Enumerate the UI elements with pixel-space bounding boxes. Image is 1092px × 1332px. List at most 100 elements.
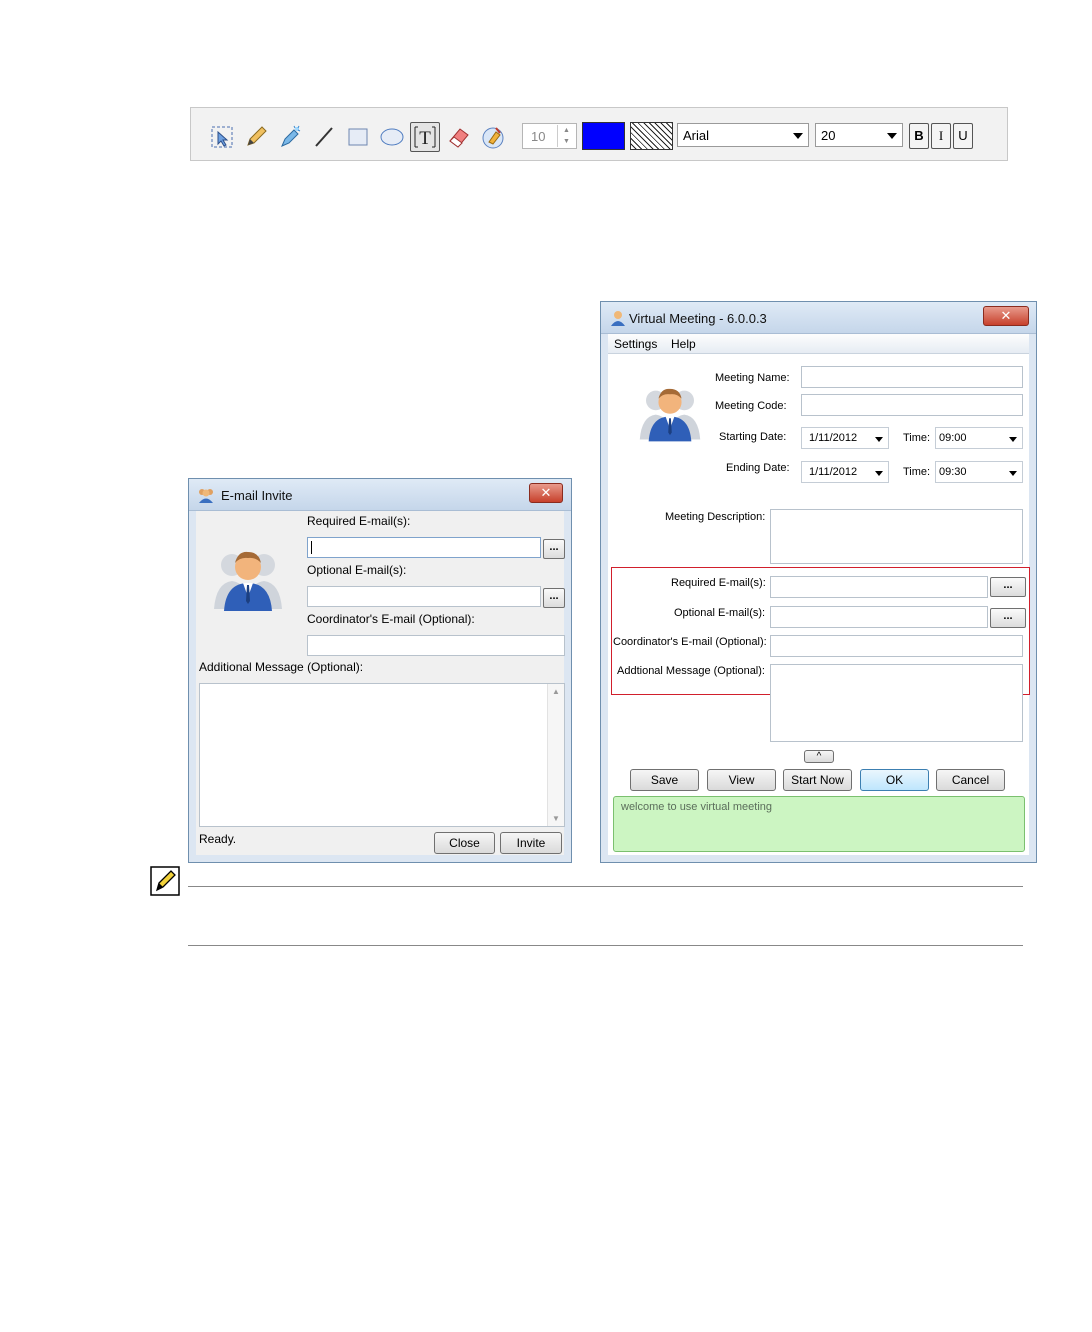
message-scrollbar[interactable]: ▲ ▼	[547, 684, 564, 826]
invite-button[interactable]: Invite	[500, 832, 562, 854]
meeting-code-label: Meeting Code:	[715, 400, 787, 412]
chevron-down-icon	[887, 133, 897, 139]
coordinator-email-input[interactable]	[770, 635, 1023, 657]
svg-text:T: T	[419, 128, 431, 149]
end-date-picker[interactable]: 1/11/2012	[801, 461, 889, 483]
ok-button[interactable]: OK	[860, 769, 929, 791]
note-top-rule	[188, 886, 1023, 887]
start-now-button[interactable]: Start Now	[783, 769, 852, 791]
menu-settings[interactable]: Settings	[614, 337, 657, 351]
meeting-description-label: Meeting Description:	[665, 511, 766, 523]
ending-date-label: Ending Date:	[726, 462, 790, 474]
virtual-meeting-titlebar: Virtual Meeting - 6.0.0.3 ✕	[601, 302, 1036, 334]
underline-button[interactable]: U	[953, 123, 973, 149]
font-name-select[interactable]: Arial	[677, 123, 809, 147]
eraser-icon[interactable]	[444, 122, 474, 152]
users-avatar-icon	[214, 551, 282, 611]
rectangle-icon[interactable]	[343, 122, 373, 152]
virtual-meeting-window: Virtual Meeting - 6.0.0.3 ✕ Settings Hel…	[600, 301, 1037, 863]
virtual-meeting-close-icon[interactable]: ✕	[983, 306, 1029, 326]
save-button[interactable]: Save	[630, 769, 699, 791]
font-name-value: Arial	[683, 128, 710, 143]
optional-email-browse-button[interactable]: ...	[990, 608, 1026, 628]
chevron-down-icon	[793, 133, 803, 139]
user-group-icon	[199, 489, 213, 503]
menu-bar: Settings Help	[608, 334, 1029, 354]
font-size-value: 20	[821, 128, 836, 143]
end-time-label: Time:	[903, 466, 931, 478]
additional-message-label: Additional Message (Optional):	[199, 660, 364, 674]
required-email-label: Required E-mail(s):	[307, 514, 411, 528]
email-invite-title: E-mail Invite	[221, 488, 293, 503]
meeting-description-input[interactable]	[770, 509, 1023, 564]
required-email-input[interactable]	[307, 537, 541, 558]
italic-button[interactable]: I	[931, 123, 951, 149]
email-invite-window: E-mail Invite ✕ Required E-mail(s): ... …	[188, 478, 572, 863]
font-size-select[interactable]: 20	[815, 123, 903, 147]
required-email-input[interactable]	[770, 576, 988, 598]
start-time-value: 09:00	[939, 432, 967, 444]
virtual-meeting-body: Settings Help Meeting Name: Meeting Code…	[608, 334, 1030, 855]
annotation-toolbar: T 10 ▲ ▼ Arial 20 B I U	[190, 107, 1008, 161]
coordinator-email-input[interactable]	[307, 635, 565, 656]
end-date-value: 1/11/2012	[809, 466, 858, 478]
close-button[interactable]: Close	[434, 832, 495, 854]
scroll-down-icon[interactable]: ▼	[552, 814, 560, 823]
chevron-down-icon	[1009, 471, 1017, 476]
additional-message-textarea[interactable]: ▲ ▼	[199, 683, 565, 827]
email-invite-titlebar: E-mail Invite ✕	[189, 479, 571, 511]
virtual-meeting-title: Virtual Meeting - 6.0.0.3	[629, 311, 767, 326]
status-message: welcome to use virtual meeting	[621, 801, 773, 813]
email-invite-close-icon[interactable]: ✕	[529, 483, 563, 503]
required-email-browse-button[interactable]: ...	[990, 577, 1026, 597]
start-time-picker[interactable]: 09:00	[935, 427, 1023, 449]
bold-button[interactable]: B	[909, 123, 929, 149]
required-email-label: Required E-mail(s):	[671, 577, 766, 589]
optional-email-label: Optional E-mail(s):	[674, 607, 766, 619]
select-icon[interactable]	[207, 122, 237, 152]
line-width-stepper[interactable]: 10 ▲ ▼	[522, 123, 577, 149]
clear-brush-icon[interactable]	[478, 122, 508, 152]
coordinator-email-label: Coordinator's E-mail (Optional):	[613, 636, 767, 648]
color-swatch-button[interactable]	[582, 122, 625, 150]
chevron-down-icon	[875, 437, 883, 442]
coordinator-email-label: Coordinator's E-mail (Optional):	[307, 612, 475, 626]
line-icon[interactable]	[309, 122, 339, 152]
optional-email-browse-button[interactable]: ...	[543, 588, 565, 608]
optional-email-label: Optional E-mail(s):	[307, 563, 407, 577]
note-pencil-icon	[150, 866, 180, 896]
end-time-picker[interactable]: 09:30	[935, 461, 1023, 483]
view-button[interactable]: View	[707, 769, 776, 791]
text-tool-icon[interactable]: T	[410, 122, 440, 152]
optional-email-input[interactable]	[307, 586, 541, 607]
status-message-area: welcome to use virtual meeting	[613, 796, 1025, 852]
meeting-name-label: Meeting Name:	[715, 372, 790, 384]
chevron-down-icon	[1009, 437, 1017, 442]
optional-email-input[interactable]	[770, 606, 988, 628]
menu-help[interactable]: Help	[671, 337, 696, 351]
stepper-up-icon[interactable]: ▲	[558, 125, 575, 136]
fill-pattern-button[interactable]	[630, 122, 673, 150]
start-date-picker[interactable]: 1/11/2012	[801, 427, 889, 449]
start-date-value: 1/11/2012	[809, 432, 858, 444]
email-invite-body: Required E-mail(s): ... Optional E-mail(…	[196, 511, 565, 855]
starting-date-label: Starting Date:	[719, 431, 787, 443]
end-time-value: 09:30	[939, 466, 967, 478]
ellipse-icon[interactable]	[377, 122, 407, 152]
cancel-button[interactable]: Cancel	[936, 769, 1005, 791]
text-cursor	[311, 541, 312, 554]
additional-message-input[interactable]	[770, 664, 1023, 742]
status-text: Ready.	[199, 832, 237, 846]
scroll-up-icon[interactable]: ▲	[552, 687, 560, 696]
users-avatar-icon	[639, 388, 701, 442]
pencil-icon[interactable]	[241, 122, 271, 152]
stepper-arrows[interactable]: ▲ ▼	[557, 125, 575, 147]
stepper-down-icon[interactable]: ▼	[558, 136, 575, 147]
collapse-button[interactable]: ^	[804, 750, 834, 763]
highlighter-icon[interactable]	[275, 122, 305, 152]
start-time-label: Time:	[903, 432, 931, 444]
user-icon	[611, 311, 625, 326]
required-email-browse-button[interactable]: ...	[543, 539, 565, 559]
meeting-code-input[interactable]	[801, 394, 1023, 416]
meeting-name-input[interactable]	[801, 366, 1023, 388]
